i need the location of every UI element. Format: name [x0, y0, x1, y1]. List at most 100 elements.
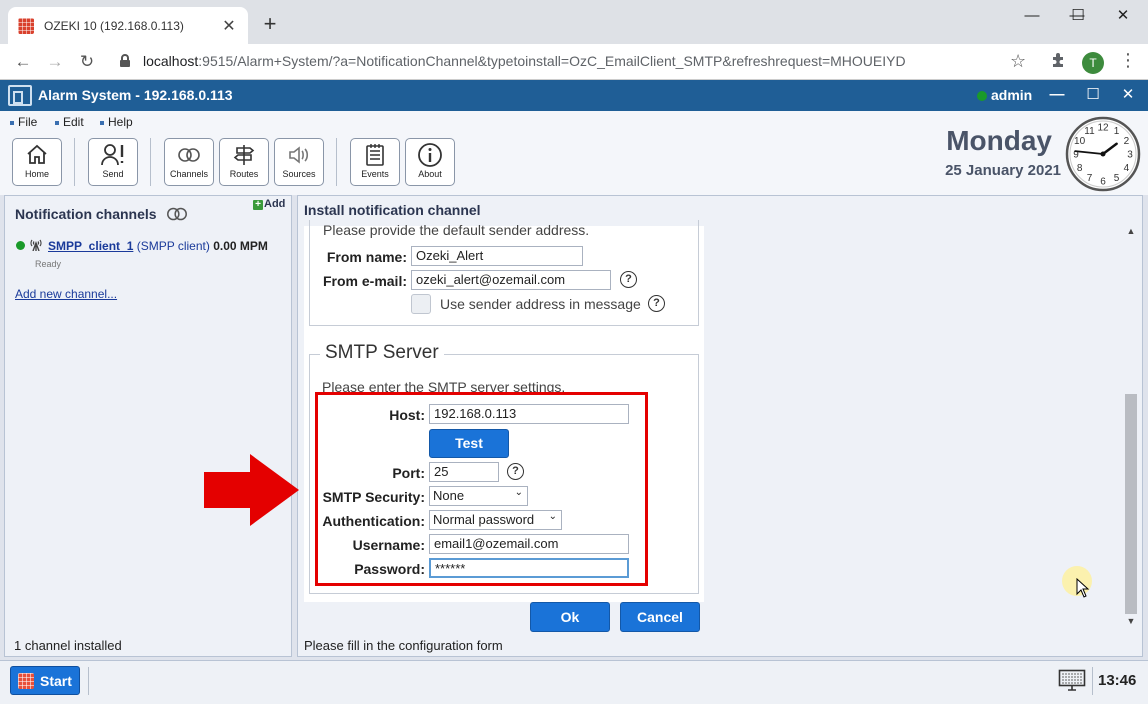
- toolbar-send-button[interactable]: Send: [88, 138, 138, 186]
- ok-button[interactable]: Ok: [530, 602, 610, 632]
- window-maximize-button[interactable]: ☐: [1055, 4, 1101, 28]
- bookmark-star-icon[interactable]: ☆: [1010, 51, 1026, 72]
- start-label: Start: [40, 672, 72, 689]
- home-icon: [13, 139, 61, 169]
- menu-toolbar-area: File Edit Help Home Send Channels Routes…: [0, 111, 1148, 195]
- extensions-puzzle-icon[interactable]: [1050, 51, 1068, 74]
- help-icon[interactable]: ?: [620, 271, 637, 288]
- user-name[interactable]: admin: [991, 87, 1032, 103]
- toolbar-home-button[interactable]: Home: [12, 138, 62, 186]
- channel-name-link[interactable]: SMPP_client_1: [48, 239, 133, 253]
- add-label: Add: [264, 198, 286, 210]
- url-field[interactable]: localhost:9515/Alarm+System/?a=Notificat…: [143, 53, 906, 69]
- right-panel-footer: Please fill in the configuration form: [304, 638, 503, 653]
- window-close-button[interactable]: ✕: [1100, 4, 1146, 28]
- sender-fieldset: Please provide the default sender addres…: [309, 220, 699, 326]
- add-new-channel-link[interactable]: Add new channel...: [15, 287, 117, 301]
- app-title: Alarm System - 192.168.0.113: [38, 87, 233, 103]
- toolbar-events-button[interactable]: Events: [350, 138, 400, 186]
- mouse-cursor-icon: [1076, 578, 1090, 598]
- date-label: 25 January 2021: [945, 162, 1061, 179]
- channel-status: Ready: [35, 259, 62, 269]
- channel-type-close: ): [205, 239, 210, 253]
- app-titlebar: Alarm System - 192.168.0.113 admin — ☐ ✕: [0, 80, 1148, 111]
- channel-rate: 0.00 MPM: [213, 239, 268, 253]
- ozeki-logo-icon: [8, 85, 32, 106]
- app-close-button[interactable]: ✕: [1117, 84, 1139, 106]
- browser-tab[interactable]: OZEKI 10 (192.168.0.113) ✕: [8, 7, 248, 44]
- notification-channels-panel: Notification channels + Add SMPP_client_1…: [4, 195, 292, 657]
- sources-speaker-icon: [275, 139, 323, 169]
- right-panel-title: Install notification channel: [304, 202, 481, 218]
- menu-help[interactable]: Help: [100, 115, 133, 129]
- taskbar-clock: 13:46: [1098, 672, 1137, 689]
- address-bar: ← → ↻ localhost:9515/Alarm+System/?a=Not…: [0, 44, 1148, 80]
- url-path: :9515/Alarm+System/?a=NotificationChanne…: [198, 53, 906, 69]
- from-name-input[interactable]: Ozeki_Alert: [411, 246, 583, 266]
- toolbar-separator: [74, 138, 75, 186]
- clock-numeral: 2: [1124, 136, 1130, 147]
- from-email-input[interactable]: ozeki_alert@ozemail.com: [411, 270, 611, 290]
- antenna-icon: [29, 237, 43, 254]
- channel-type: SMPP client: [140, 239, 206, 253]
- show-desktop-monitor-icon[interactable]: [1058, 669, 1086, 691]
- bullet-icon: [10, 120, 14, 125]
- day-label: Monday: [946, 125, 1052, 156]
- channels-icon: [165, 139, 213, 169]
- toolbar-sources-button[interactable]: Sources: [274, 138, 324, 186]
- clock-numeral: 5: [1114, 173, 1120, 184]
- toolbar-about-label: About: [418, 169, 442, 179]
- app-maximize-button[interactable]: ☐: [1082, 84, 1104, 106]
- clock-numeral: 1: [1114, 126, 1120, 137]
- new-tab-button[interactable]: +: [258, 12, 282, 36]
- highlight-box: [315, 392, 648, 586]
- clock-numeral: 8: [1077, 163, 1083, 174]
- cancel-button[interactable]: Cancel: [620, 602, 700, 632]
- channels-icon: [165, 202, 189, 231]
- toolbar-sources-label: Sources: [282, 169, 316, 179]
- menu-file[interactable]: File: [10, 115, 37, 129]
- scroll-down-arrow-icon[interactable]: ▼: [1124, 616, 1138, 626]
- toolbar-channels-button[interactable]: Channels: [164, 138, 214, 186]
- user-online-dot-icon: [977, 91, 987, 101]
- menu-file-label: File: [18, 115, 38, 129]
- toolbar-home-label: Home: [24, 169, 49, 179]
- minimize-icon: —: [1024, 7, 1040, 24]
- lock-icon[interactable]: [120, 54, 130, 67]
- toolbar-about-button[interactable]: About: [405, 138, 455, 186]
- toolbar-separator: [150, 138, 151, 186]
- add-channel-button[interactable]: + Add: [253, 198, 285, 210]
- menu-edit[interactable]: Edit: [55, 115, 84, 129]
- help-icon[interactable]: ?: [648, 295, 665, 312]
- clock-numeral: 4: [1124, 163, 1130, 174]
- left-panel-title: Notification channels: [15, 206, 157, 222]
- toolbar-events-label: Events: [361, 169, 389, 179]
- scroll-up-arrow-icon[interactable]: ▲: [1124, 226, 1138, 236]
- start-button[interactable]: Start: [10, 666, 80, 695]
- back-button[interactable]: ←: [10, 50, 36, 74]
- tab-title: OZEKI 10 (192.168.0.113): [44, 18, 184, 33]
- scrollbar-thumb[interactable]: [1125, 394, 1137, 614]
- url-host: localhost: [143, 53, 199, 69]
- clock-numeral: 11: [1084, 126, 1095, 137]
- install-channel-panel: Install notification channel Please prov…: [297, 195, 1143, 657]
- reload-button[interactable]: ↻: [74, 50, 100, 74]
- clock-numeral: 10: [1074, 136, 1086, 147]
- configuration-form: Please provide the default sender addres…: [304, 220, 704, 602]
- from-email-label: From e-mail:: [322, 273, 407, 289]
- clock-numeral: 12: [1097, 123, 1109, 134]
- toolbar-routes-button[interactable]: Routes: [219, 138, 269, 186]
- window-minimize-button-2[interactable]: —: [1009, 4, 1055, 28]
- menu-help-label: Help: [108, 115, 133, 129]
- toolbar-routes-label: Routes: [229, 169, 259, 179]
- analog-clock-icon: 1234567891011 12: [1065, 116, 1141, 192]
- plus-icon: +: [253, 200, 263, 210]
- profile-avatar[interactable]: T: [1082, 52, 1104, 74]
- tab-close-icon[interactable]: ✕: [220, 16, 238, 36]
- forward-button[interactable]: →: [42, 50, 68, 74]
- vertical-scrollbar[interactable]: ▲ ▼: [1124, 226, 1138, 631]
- app-minimize-button[interactable]: —: [1046, 84, 1068, 106]
- browser-menu-icon[interactable]: ⋮: [1118, 50, 1138, 71]
- channel-list-item: SMPP_client_1 (SMPP client) 0.00 MPM: [48, 239, 268, 253]
- use-sender-checkbox[interactable]: [411, 294, 431, 314]
